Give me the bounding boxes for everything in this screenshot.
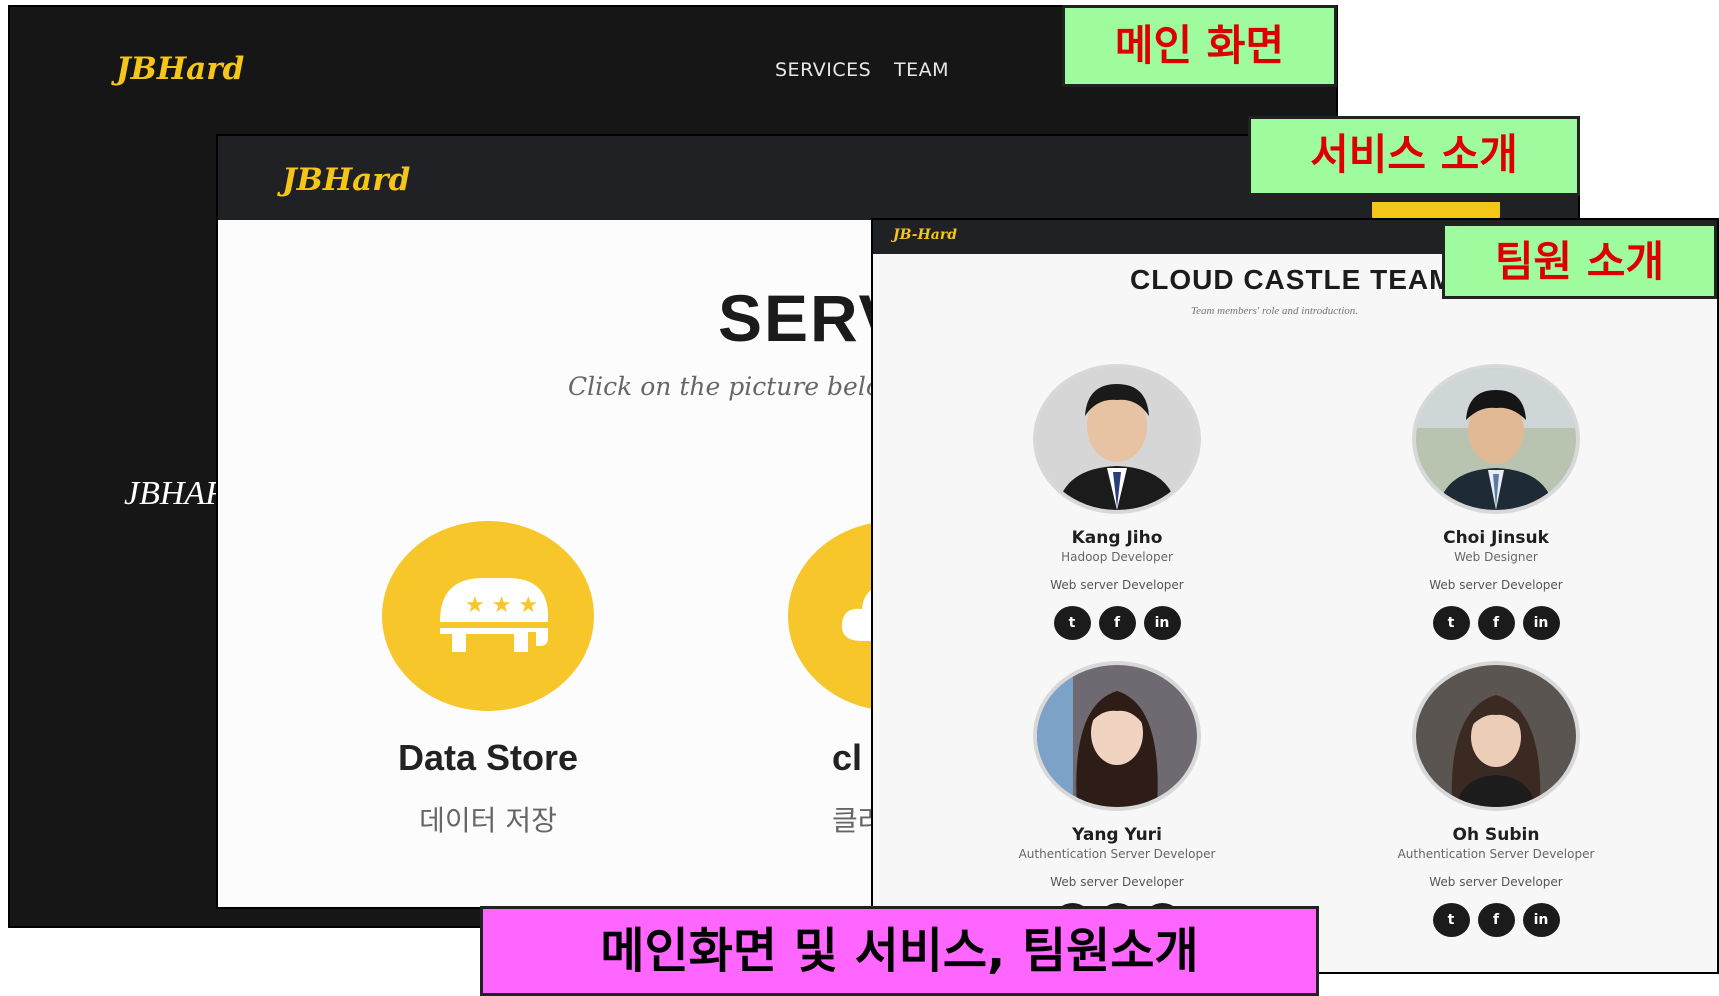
team-member-card: Choi Jinsuk Web Designer Web server Deve…	[1316, 364, 1676, 640]
main-logo[interactable]: JBHard	[116, 51, 244, 87]
member-socials: t f in	[1316, 606, 1676, 640]
hero-title: JBHAR	[124, 475, 226, 512]
svg-text:★ ★ ★: ★ ★ ★	[465, 593, 538, 618]
member-dev-role: Web server Developer	[1429, 578, 1563, 592]
member-role: Authentication Server Developer	[1397, 847, 1595, 861]
facebook-icon[interactable]: f	[1477, 903, 1515, 937]
nav-team-link[interactable]: TEAM	[894, 59, 949, 81]
member-name: Kang Jiho	[1071, 528, 1163, 548]
team-title: CLOUD CASTLE TEAM	[1130, 264, 1454, 295]
linkedin-icon[interactable]: in	[1143, 606, 1181, 640]
member-photo	[1033, 661, 1201, 811]
service-icon-circle[interactable]: ★ ★ ★	[382, 521, 594, 711]
team-member-card: Kang Jiho Hadoop Developer Web server De…	[937, 364, 1297, 640]
member-photo	[1412, 661, 1580, 811]
services-subtitle: Click on the picture belo	[568, 372, 881, 401]
member-socials: t f in	[937, 606, 1297, 640]
label-team: 팀원 소개	[1442, 223, 1717, 299]
label-summary: 메인화면 및 서비스, 팀원소개	[480, 906, 1319, 996]
member-role: Authentication Server Developer	[1018, 847, 1216, 861]
nav-services-link[interactable]: SERVICES	[775, 59, 871, 81]
label-main-screen: 메인 화면	[1062, 5, 1337, 87]
team-logo[interactable]: JB-Hard	[893, 227, 957, 243]
facebook-icon[interactable]: f	[1098, 606, 1136, 640]
label-services: 서비스 소개	[1248, 116, 1580, 196]
service-desc: 데이터 저장	[419, 804, 557, 837]
member-role: Web Designer	[1454, 550, 1538, 564]
facebook-icon[interactable]: f	[1477, 606, 1515, 640]
member-photo	[1412, 364, 1580, 514]
member-dev-role: Web server Developer	[1050, 875, 1184, 889]
team-member-card: Yang Yuri Authentication Server Develope…	[937, 661, 1297, 937]
team-subtitle: Team members' role and introduction.	[1191, 305, 1359, 317]
member-photo	[1033, 364, 1201, 514]
member-dev-role: Web server Developer	[1429, 875, 1563, 889]
twitter-icon[interactable]: t	[1053, 606, 1091, 640]
service-card-data-store[interactable]: ★ ★ ★ Data Store 데이터 저장	[382, 521, 594, 839]
linkedin-icon[interactable]: in	[1522, 903, 1560, 937]
twitter-icon[interactable]: t	[1432, 903, 1470, 937]
service-name: Data Store	[397, 737, 579, 778]
member-name: Choi Jinsuk	[1443, 528, 1549, 548]
twitter-icon[interactable]: t	[1432, 606, 1470, 640]
member-role: Hadoop Developer	[1061, 550, 1173, 564]
member-socials: t f in	[1316, 903, 1676, 937]
team-window: JB-Hard CLOUD CASTLE TEAM Team members' …	[871, 218, 1719, 974]
team-member-card: Oh Subin Authentication Server Developer…	[1316, 661, 1676, 937]
elephant-icon: ★ ★ ★	[440, 578, 548, 652]
member-name: Oh Subin	[1452, 825, 1540, 845]
member-name: Yang Yuri	[1072, 825, 1162, 845]
linkedin-icon[interactable]: in	[1522, 606, 1560, 640]
member-dev-role: Web server Developer	[1050, 578, 1184, 592]
services-logo[interactable]: JBHard	[282, 162, 410, 198]
